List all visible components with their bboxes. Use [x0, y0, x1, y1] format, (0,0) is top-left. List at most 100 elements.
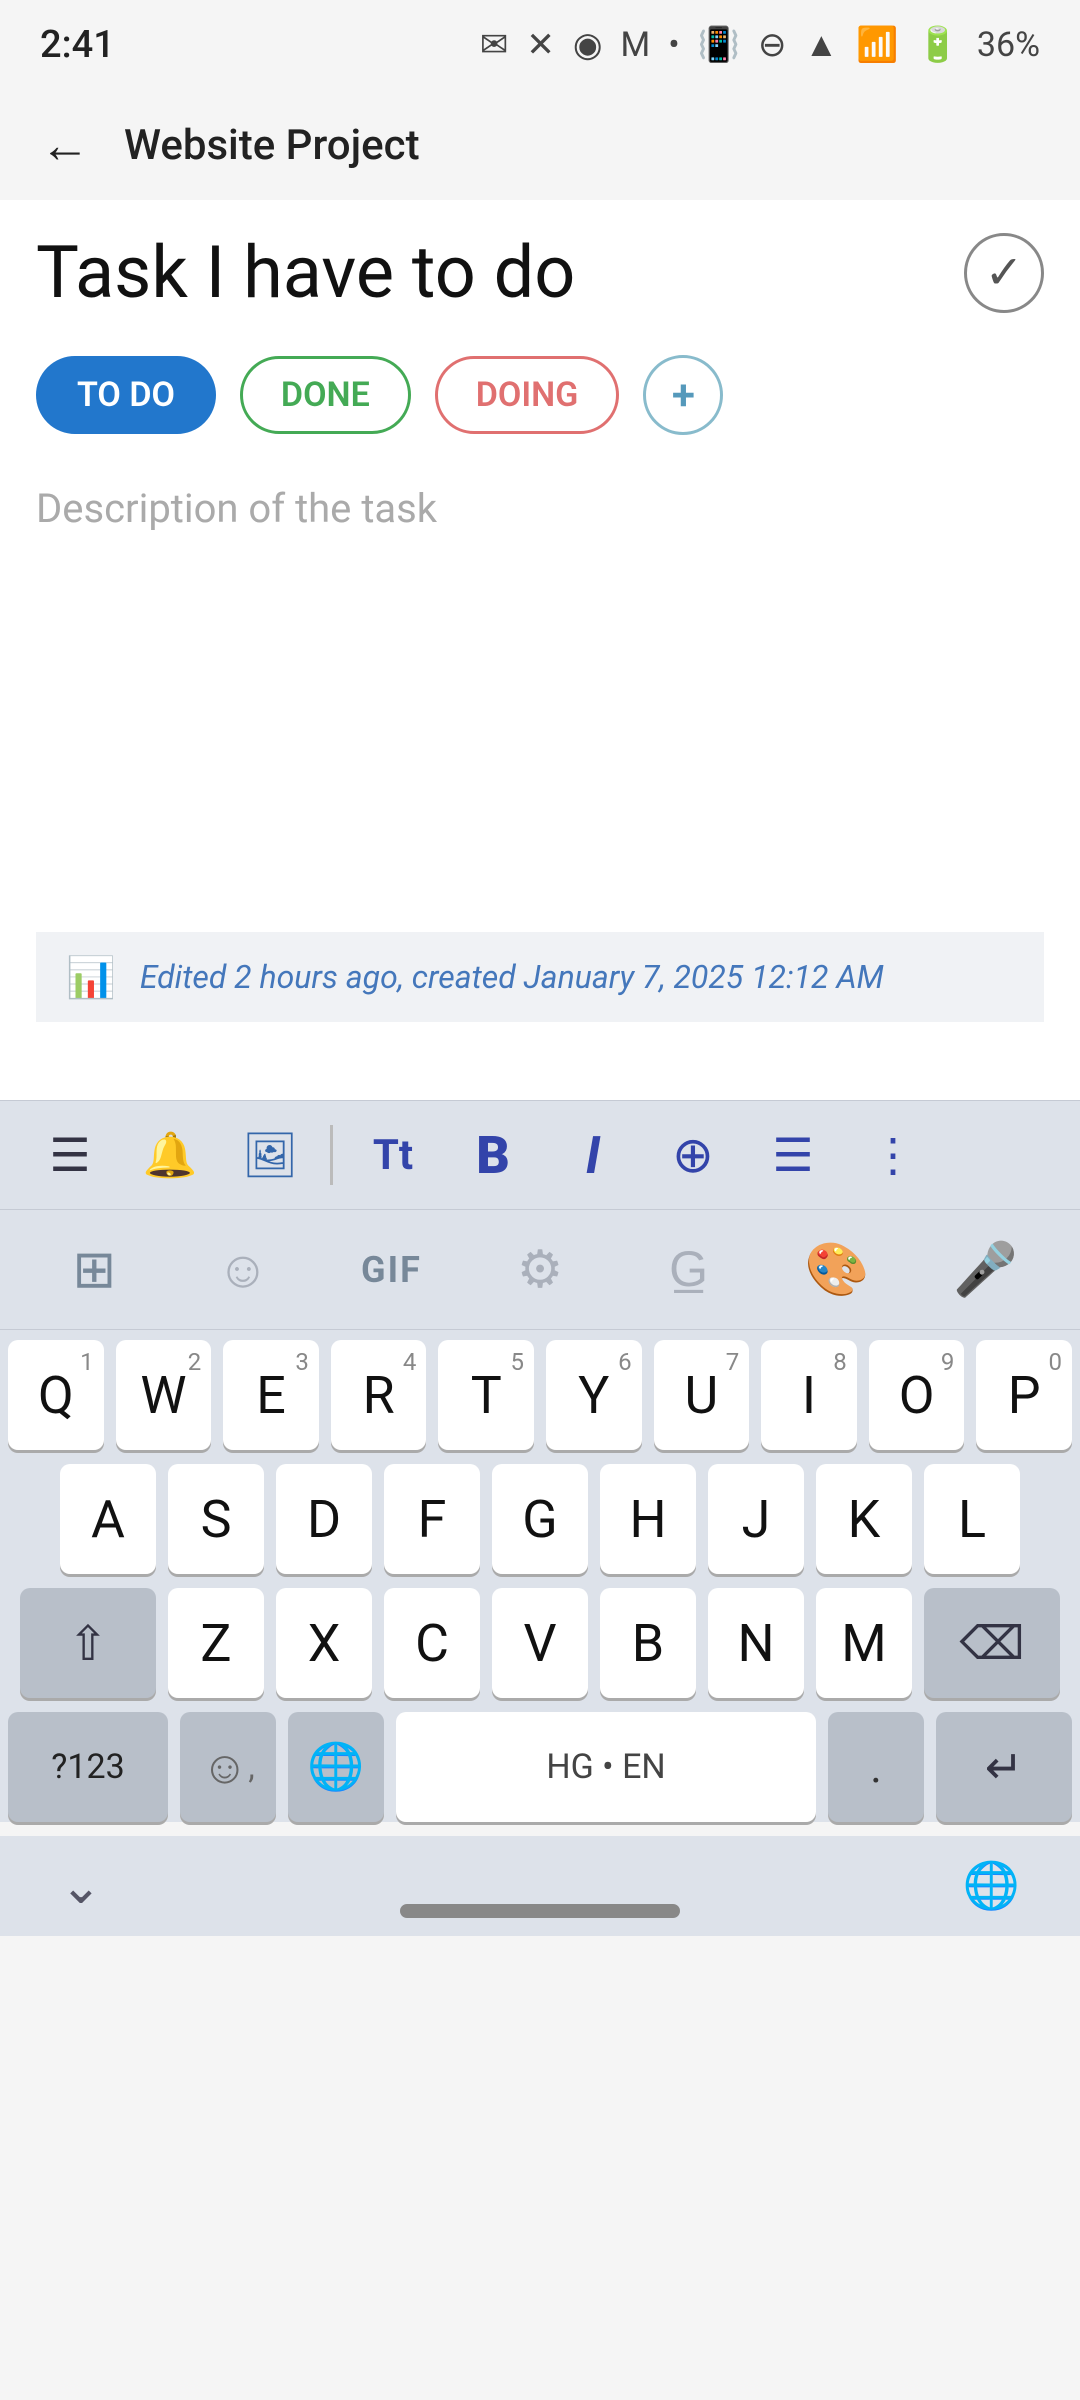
gmail-icon: M — [621, 25, 651, 65]
space-key[interactable]: HG • EN — [396, 1712, 816, 1822]
bold-btn[interactable]: B — [443, 1110, 543, 1200]
status-time: 2:41 — [40, 23, 115, 67]
shift-key[interactable]: ⇧ — [20, 1588, 156, 1698]
bell-icon: 🔔 — [143, 1129, 198, 1181]
key-q[interactable]: 1Q — [8, 1340, 104, 1450]
menu-icon: ☰ — [49, 1128, 90, 1183]
home-indicator — [400, 1904, 680, 1918]
key-j[interactable]: J — [708, 1464, 804, 1574]
backspace-key[interactable]: ⌫ — [924, 1588, 1060, 1698]
dnd-icon: ⊖ — [758, 25, 787, 65]
key-d[interactable]: D — [276, 1464, 372, 1574]
menu-toolbar-btn[interactable]: ☰ — [20, 1110, 120, 1200]
key-t[interactable]: 5T — [438, 1340, 534, 1450]
italic-btn[interactable]: I — [543, 1110, 643, 1200]
add-circle-btn[interactable]: ⊕ — [643, 1110, 743, 1200]
key-o[interactable]: 9O — [869, 1340, 965, 1450]
key-i[interactable]: 8I — [761, 1340, 857, 1450]
special-toolbar: ⊞ ☺ GIF ⚙ G̲ 🎨 🎤 — [0, 1210, 1080, 1330]
enter-key[interactable]: ↵ — [936, 1712, 1072, 1822]
tag-doing[interactable]: DOING — [435, 356, 620, 434]
edit-info-text: Edited 2 hours ago, created January 7, 2… — [140, 958, 884, 996]
keyboard-row-1: 1Q 2W 3E 4R 5T 6Y 7U 8I 9O 0P — [8, 1340, 1072, 1450]
back-button[interactable]: ← — [30, 110, 100, 180]
emoji-face-icon: ☺ — [216, 1239, 269, 1300]
key-k[interactable]: K — [816, 1464, 912, 1574]
image-icon: 🖼 — [242, 1129, 298, 1181]
key-m[interactable]: M — [816, 1588, 912, 1698]
key-u[interactable]: 7U — [654, 1340, 750, 1450]
key-v[interactable]: V — [492, 1588, 588, 1698]
keyboard-row-2: A S D F G H J K L — [8, 1464, 1072, 1574]
emoji-btn[interactable]: ☺ — [169, 1215, 318, 1325]
text-format-btn[interactable]: Tt — [343, 1110, 443, 1200]
vibrate-icon: 📳 — [698, 25, 740, 65]
task-title[interactable]: Task I have to do — [36, 230, 964, 315]
bottom-bar: ⌄ 🌐 — [0, 1836, 1080, 1936]
key-y[interactable]: 6Y — [546, 1340, 642, 1450]
key-l[interactable]: L — [924, 1464, 1020, 1574]
key-r[interactable]: 4R — [331, 1340, 427, 1450]
formatting-toolbar: ☰ 🔔 🖼 Tt B I ⊕ ☰ ⋮ — [0, 1100, 1080, 1210]
complete-button[interactable]: ✓ — [964, 233, 1044, 313]
key-z[interactable]: Z — [168, 1588, 264, 1698]
list-btn[interactable]: ☰ — [743, 1110, 843, 1200]
key-n[interactable]: N — [708, 1588, 804, 1698]
battery-icon: 🔋 — [917, 25, 959, 65]
gear-icon: ⚙ — [517, 1239, 564, 1300]
notification-icon: ✉ — [480, 25, 509, 65]
keyboard-row-3: ⇧ Z X C V B N M ⌫ — [8, 1588, 1072, 1698]
grid-icon: ⊞ — [73, 1239, 117, 1300]
backspace-icon: ⌫ — [959, 1616, 1024, 1671]
emoji-key[interactable]: ☺ , — [180, 1712, 276, 1822]
gif-btn[interactable]: GIF — [317, 1215, 466, 1325]
smiley-icon: ☺ — [201, 1740, 248, 1795]
symbols-key[interactable]: ?123 — [8, 1712, 168, 1822]
key-h[interactable]: H — [600, 1464, 696, 1574]
more-toolbar-btn[interactable]: ⋮ — [843, 1110, 943, 1200]
italic-icon: I — [586, 1125, 601, 1186]
task-title-row: Task I have to do ✓ — [36, 230, 1044, 315]
tag-todo[interactable]: TO DO — [36, 356, 216, 434]
status-bar: 2:41 ✉ ✕ ◉ M • 📳 ⊖ ▲ 📶 🔋 36% — [0, 0, 1080, 90]
keyboard: 1Q 2W 3E 4R 5T 6Y 7U 8I 9O 0P A S D F G … — [0, 1330, 1080, 1822]
shift-icon: ⇧ — [68, 1615, 108, 1672]
bottom-globe-icon[interactable]: 🌐 — [963, 1859, 1020, 1913]
more-icon: ⋮ — [870, 1128, 916, 1183]
chart-icon: 📊 — [66, 954, 116, 1001]
key-a[interactable]: A — [60, 1464, 156, 1574]
palette-btn[interactable]: 🎨 — [763, 1215, 912, 1325]
key-c[interactable]: C — [384, 1588, 480, 1698]
key-f[interactable]: F — [384, 1464, 480, 1574]
enter-icon: ↵ — [985, 1740, 1024, 1795]
image-toolbar-btn[interactable]: 🖼 — [220, 1110, 320, 1200]
main-content: Task I have to do ✓ TO DO DONE DOING + D… — [0, 200, 1080, 1100]
keyboard-hide-btn[interactable]: ⌄ — [60, 1857, 102, 1916]
back-icon: ← — [40, 116, 90, 175]
mic-icon: 🎤 — [953, 1239, 1018, 1300]
microphone-btn[interactable]: 🎤 — [911, 1215, 1060, 1325]
comma-label: , — [248, 1748, 254, 1786]
android-icon: ◉ — [573, 25, 603, 65]
key-e[interactable]: 3E — [223, 1340, 319, 1450]
key-w[interactable]: 2W — [116, 1340, 212, 1450]
list-icon: ☰ — [772, 1128, 813, 1183]
tag-done[interactable]: DONE — [240, 356, 411, 434]
key-b[interactable]: B — [600, 1588, 696, 1698]
globe-icon: 🌐 — [307, 1740, 364, 1794]
settings-btn[interactable]: ⚙ — [466, 1215, 615, 1325]
add-circle-icon: ⊕ — [672, 1126, 714, 1185]
globe-key[interactable]: 🌐 — [288, 1712, 384, 1822]
grid-btn[interactable]: ⊞ — [20, 1215, 169, 1325]
key-p[interactable]: 0P — [976, 1340, 1072, 1450]
toolbar-separator — [330, 1125, 333, 1185]
key-g[interactable]: G — [492, 1464, 588, 1574]
key-s[interactable]: S — [168, 1464, 264, 1574]
period-key[interactable]: . — [828, 1712, 924, 1822]
status-tags: TO DO DONE DOING + — [36, 355, 1044, 435]
tag-add[interactable]: + — [643, 355, 723, 435]
task-description[interactable]: Description of the task — [36, 485, 1044, 532]
key-x[interactable]: X — [276, 1588, 372, 1698]
bell-toolbar-btn[interactable]: 🔔 — [120, 1110, 220, 1200]
translate-btn[interactable]: G̲ — [614, 1215, 763, 1325]
